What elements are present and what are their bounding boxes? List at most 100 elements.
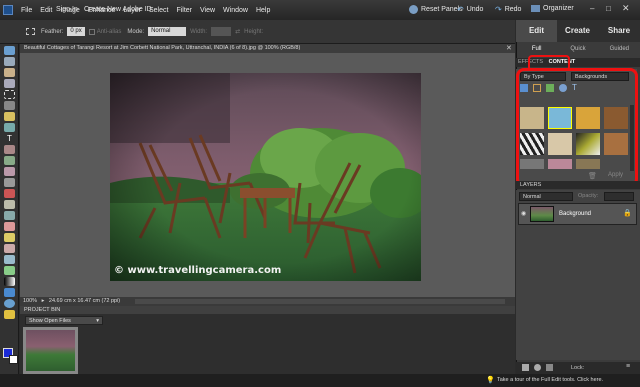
organizer-label: Organizer [543,5,574,12]
layers-bottom-bar: Lock: ≡ [516,362,640,374]
spot-healing-tool-icon[interactable] [4,200,15,209]
menu-edit[interactable]: Edit [36,7,56,14]
tab-quick[interactable]: Quick [557,43,598,55]
reset-panels-button[interactable]: Reset Panels [409,5,463,14]
blend-mode-value: Normal [523,194,541,200]
marquee-tool-icon [26,28,35,35]
maximize-button[interactable]: □ [606,4,611,13]
project-bin-select-value: Show Open Files [29,318,71,324]
menu-filter[interactable]: Filter [172,7,196,14]
tab-create[interactable]: Create [557,20,598,42]
crop-tool-icon[interactable] [4,145,15,154]
lightbulb-icon: 💡 [486,377,495,384]
document-title: Beautiful Cottages of Tarangi Resort at … [24,45,301,51]
eraser-tool-icon[interactable] [4,222,15,231]
tab-guided[interactable]: Guided [599,43,640,55]
blend-mode-select[interactable]: Normal [519,192,573,201]
layers-panel-header[interactable]: LAYERS [516,181,640,189]
eyedropper-tool-icon[interactable] [4,79,15,88]
width-input[interactable] [211,27,232,36]
red-eye-tool-icon[interactable] [4,189,15,198]
cookie-cutter-tool-icon[interactable] [4,167,15,176]
menu-window[interactable]: Window [219,7,252,14]
anti-alias-label: Anti-alias [96,28,122,35]
feather-input[interactable]: 0 px [67,27,85,36]
menu-help[interactable]: Help [252,7,274,14]
lock-label: Lock: [571,365,585,371]
menu-file[interactable]: File [17,7,36,14]
sponge-tool-icon[interactable] [4,310,15,319]
redo-button[interactable]: ↷ Redo [495,5,521,14]
document-photo[interactable] [110,73,421,281]
blur-tool-icon[interactable] [4,299,15,308]
new-layer-icon[interactable] [522,364,529,371]
layers-title: LAYERS [520,182,542,188]
feather-label: Feather: [41,28,64,35]
opacity-label: Opacity: [578,193,599,199]
height-label: Height: [244,28,264,35]
mode-select[interactable]: Normal [148,27,187,36]
anti-alias-checkbox[interactable] [88,28,95,35]
tab-edit-label: Edit [528,26,545,35]
smart-brush-tool-icon[interactable] [4,255,15,264]
tab-share-label: Share [607,26,631,35]
bin-thumbnail[interactable] [23,327,78,374]
create-id-link[interactable]: Create New Adobe ID [84,6,152,13]
undo-icon: ↶ [457,5,464,14]
delete-layer-icon[interactable] [546,364,553,371]
adjustment-layer-icon[interactable] [534,364,541,371]
move-tool-icon[interactable] [4,46,15,55]
tool-options-bar: Feather: 0 px Anti-alias Mode: Normal Wi… [0,20,515,44]
straighten-tool-icon[interactable] [4,178,15,187]
horizontal-scrollbar[interactable] [135,299,505,304]
project-bin-title: PROJECT BIN [24,307,61,313]
close-button[interactable]: ✕ [622,3,630,14]
panel-menu-icon[interactable]: ≡ [626,363,630,370]
undo-button[interactable]: ↶ Undo [457,5,483,14]
photo-watermark: © www.travellingcamera.com [114,265,282,276]
clone-stamp-tool-icon[interactable] [4,211,15,220]
project-bin-select[interactable]: Show Open Files ▾ [25,316,103,325]
gradient-tool-icon[interactable] [4,277,15,286]
marquee-tool-icon[interactable] [4,90,15,99]
menu-view[interactable]: View [196,7,219,14]
zoom-level[interactable]: 100% [23,298,37,304]
paint-bucket-tool-icon[interactable] [4,266,15,275]
organizer-button[interactable]: Organizer [531,5,574,12]
layer-row-background[interactable]: ◉ Background 🔒 [518,203,637,225]
zoom-tool-icon[interactable] [4,57,15,66]
tab-share[interactable]: Share [598,20,640,42]
bin-thumbnail-image [26,330,75,371]
redo-label: Redo [504,6,522,13]
swap-icon[interactable]: ⇄ [235,28,240,35]
status-arrow-icon[interactable]: ▸ [42,298,45,304]
document-close-icon[interactable]: ✕ [506,44,512,52]
bottom-status-bar: 💡 Take a tour of the Full Edit tools. Cl… [0,374,640,387]
pencil-tool-icon[interactable] [4,233,15,242]
project-bin-header[interactable]: PROJECT BIN [20,306,515,314]
background-color-swatch[interactable] [9,355,18,364]
visibility-eye-icon[interactable]: ◉ [521,210,526,217]
opacity-input[interactable] [604,192,634,201]
hand-tool-icon[interactable] [4,68,15,77]
app-logo [3,5,13,15]
organizer-icon [531,5,540,12]
document-tab[interactable]: Beautiful Cottages of Tarangi Resort at … [20,44,515,53]
lasso-tool-icon[interactable] [4,101,15,110]
document-dimensions: 24.69 cm x 16.47 cm (72 ppi) [48,298,121,304]
recompose-tool-icon[interactable] [4,156,15,165]
type-tool-icon[interactable]: T [4,134,15,143]
brush-tool-icon[interactable] [4,244,15,253]
tab-edit[interactable]: Edit [516,20,557,42]
shape-tool-icon[interactable] [4,288,15,297]
sign-in-link[interactable]: Sign In [56,6,78,13]
tour-link[interactable]: Take a tour of the Full Edit tools. Clic… [497,374,603,387]
minimize-button[interactable]: – [590,4,594,13]
magic-wand-tool-icon[interactable] [4,112,15,121]
quick-selection-tool-icon[interactable] [4,123,15,132]
tab-full[interactable]: Full [516,43,557,55]
tab-create-label: Create [565,26,590,35]
photo-image [110,73,421,281]
layer-name: Background [559,211,592,217]
lock-icon: 🔒 [623,210,632,217]
